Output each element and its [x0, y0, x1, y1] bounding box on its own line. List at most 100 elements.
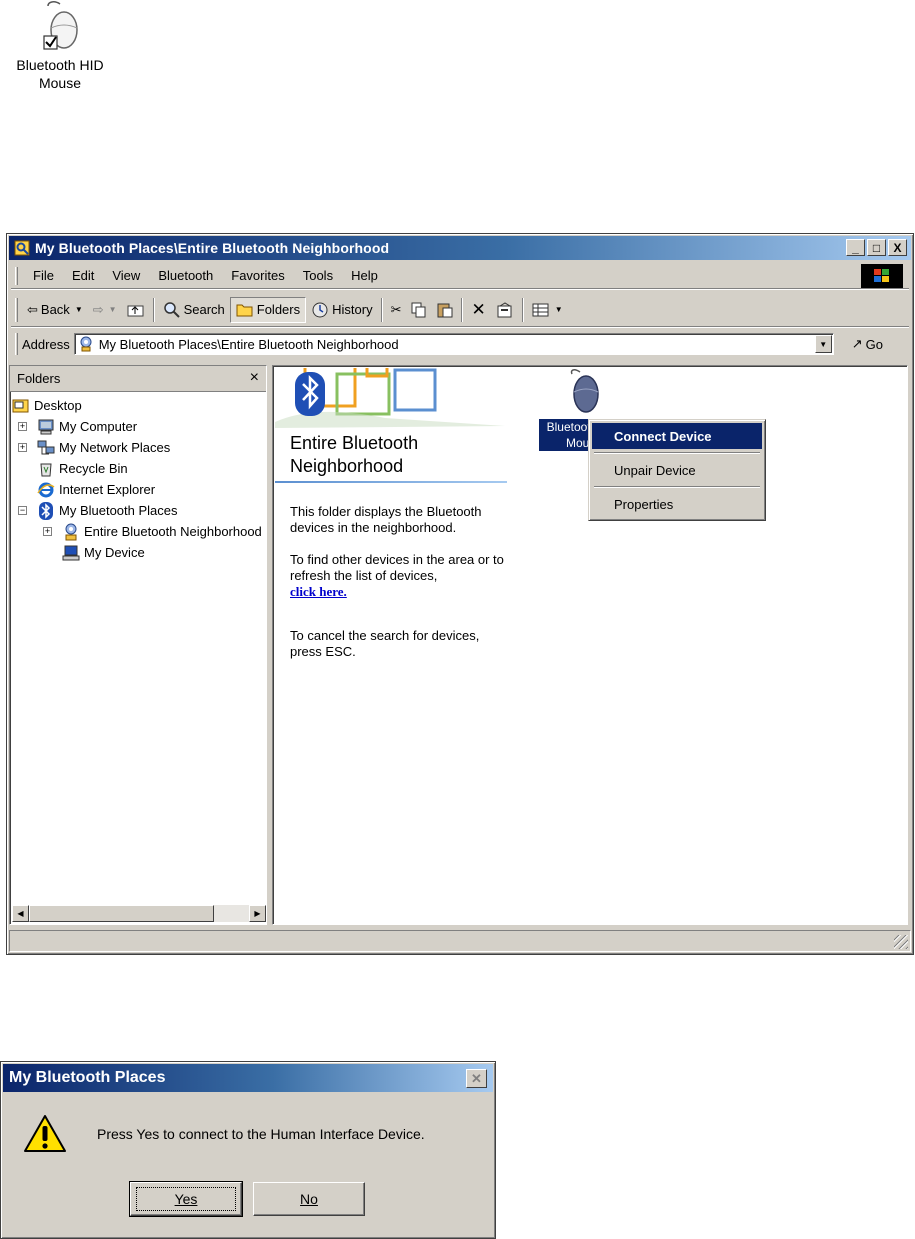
toolbar-separator — [521, 297, 524, 322]
history-button[interactable]: History — [306, 297, 377, 323]
mouse-icon — [570, 369, 599, 413]
tree-item-entire-bluetooth-neighborhood[interactable]: + Entire Bluetooth Neighborhood — [10, 521, 266, 542]
window-titlebar[interactable]: My Bluetooth Places\Entire Bluetooth Nei… — [9, 236, 911, 260]
go-button[interactable]: ↗ Go — [852, 336, 883, 352]
scroll-left-icon[interactable]: ◀ — [12, 905, 29, 922]
properties-button[interactable] — [491, 297, 519, 323]
tree-label: My Computer — [59, 419, 138, 434]
tree-label: Entire Bluetooth Neighborhood — [84, 524, 262, 539]
folders-horizontal-scrollbar[interactable]: ◀ ▶ — [12, 905, 266, 922]
menu-view[interactable]: View — [103, 268, 149, 283]
menu-edit[interactable]: Edit — [63, 268, 103, 283]
menu-file[interactable]: File — [24, 268, 63, 283]
views-icon — [532, 303, 549, 316]
tree-item-my-computer[interactable]: + My Computer — [10, 416, 266, 437]
back-button[interactable]: ⇦ Back ▼ — [22, 297, 88, 323]
collapse-icon[interactable]: − — [18, 506, 27, 515]
menu-unpair-device[interactable]: Unpair Device — [592, 457, 762, 483]
desktop-icon — [12, 397, 30, 415]
minimize-icon: _ — [852, 240, 859, 255]
neighborhood-icon — [62, 523, 80, 541]
menu-connect-device[interactable]: Connect Device — [592, 423, 762, 449]
scissors-icon: ✂ — [390, 301, 402, 317]
connect-dialog: My Bluetooth Places ✕ Press Yes to conne… — [0, 1061, 496, 1239]
window-title: My Bluetooth Places\Entire Bluetooth Nei… — [35, 240, 390, 256]
search-icon — [163, 301, 180, 318]
bluetooth-places-icon — [13, 239, 31, 257]
internet-explorer-icon — [37, 481, 55, 499]
tree-item-desktop[interactable]: Desktop — [10, 395, 266, 416]
tree-label: My Bluetooth Places — [59, 503, 178, 518]
folders-label: Folders — [256, 302, 301, 317]
address-bar: Address My Bluetooth Places\Entire Bluet… — [11, 330, 909, 358]
address-input[interactable]: My Bluetooth Places\Entire Bluetooth Nei… — [73, 333, 834, 355]
views-dropdown-icon[interactable]: ▼ — [555, 305, 563, 314]
menu-properties[interactable]: Properties — [592, 491, 762, 517]
menu-separator — [594, 486, 760, 488]
no-button[interactable]: No — [253, 1182, 365, 1216]
copy-button[interactable] — [406, 297, 432, 323]
folders-pane: Folders × Desktop + My Computer + My Net… — [9, 365, 267, 925]
folders-button[interactable]: Folders — [229, 296, 307, 323]
back-arrow-icon: ⇦ — [27, 301, 38, 317]
folder-title-line1: Entire Bluetooth — [290, 433, 419, 453]
info-paragraph-2: To find other devices in the area or to … — [290, 552, 505, 600]
yes-button[interactable]: Yes — [129, 1181, 243, 1217]
address-grip[interactable] — [15, 333, 18, 355]
expand-icon[interactable]: + — [43, 527, 52, 536]
search-label: Search — [183, 302, 225, 317]
address-dropdown-icon[interactable]: ▼ — [814, 335, 832, 353]
scroll-thumb[interactable] — [29, 905, 214, 922]
scroll-right-icon[interactable]: ▶ — [249, 905, 266, 922]
tree-item-internet-explorer[interactable]: Internet Explorer — [10, 479, 266, 500]
desktop-bluetooth-mouse-shortcut[interactable]: Bluetooth HID Mouse — [4, 0, 116, 92]
resize-grip-icon[interactable] — [894, 935, 908, 949]
network-places-icon — [37, 439, 55, 457]
minimize-button[interactable]: _ — [846, 239, 865, 256]
close-icon: ✕ — [471, 1070, 482, 1086]
cut-button[interactable]: ✂ — [386, 297, 407, 323]
views-button[interactable]: ▼ — [527, 297, 568, 323]
folders-pane-header: Folders × — [10, 366, 266, 392]
menu-grip[interactable] — [15, 266, 18, 285]
tree-item-my-device[interactable]: My Device — [10, 542, 266, 563]
back-dropdown-icon[interactable]: ▼ — [75, 305, 83, 314]
menu-tools[interactable]: Tools — [294, 268, 342, 283]
menu-separator — [594, 452, 760, 454]
forward-button[interactable]: ⇨ ▼ — [88, 297, 122, 323]
info-paragraph-1: This folder displays the Bluetooth devic… — [290, 504, 482, 535]
menu-favorites[interactable]: Favorites — [222, 268, 293, 283]
up-folder-button[interactable] — [122, 297, 150, 323]
dialog-close-button[interactable]: ✕ — [466, 1069, 487, 1088]
desktop-icon-label-line1: Bluetooth HID — [16, 57, 104, 73]
toolbar-separator — [152, 297, 155, 322]
expand-icon[interactable]: + — [18, 443, 27, 452]
toolbar-grip[interactable] — [15, 297, 18, 322]
expand-icon[interactable]: + — [18, 422, 27, 431]
tree-item-my-bluetooth-places[interactable]: − My Bluetooth Places — [10, 500, 266, 521]
search-button[interactable]: Search — [158, 297, 230, 323]
tree-label: Internet Explorer — [59, 482, 156, 497]
menu-bluetooth[interactable]: Bluetooth — [149, 268, 222, 283]
up-folder-icon — [127, 305, 144, 316]
folder-info: This folder displays the Bluetooth devic… — [290, 504, 505, 676]
forward-dropdown-icon[interactable]: ▼ — [109, 305, 117, 314]
delete-button[interactable]: ✕ — [466, 297, 490, 323]
menu-help[interactable]: Help — [342, 268, 387, 283]
title-divider — [275, 481, 507, 483]
menu-bar: File Edit View Bluetooth Favorites Tools… — [11, 263, 909, 289]
back-label: Back — [40, 302, 70, 317]
tree-item-recycle-bin[interactable]: Recycle Bin — [10, 458, 266, 479]
refresh-devices-link[interactable]: click here. — [290, 584, 347, 599]
go-label: Go — [865, 336, 883, 352]
close-button[interactable]: X — [888, 239, 907, 256]
no-label: No — [300, 1191, 318, 1207]
dialog-titlebar[interactable]: My Bluetooth Places ✕ — [3, 1064, 493, 1092]
paste-button[interactable] — [432, 297, 458, 323]
history-icon — [312, 302, 328, 317]
tree-item-my-network-places[interactable]: + My Network Places — [10, 437, 266, 458]
mouse-icon — [43, 1, 78, 50]
close-pane-icon[interactable]: × — [250, 369, 259, 387]
maximize-button[interactable]: □ — [867, 239, 886, 256]
folders-pane-title: Folders — [17, 371, 61, 386]
